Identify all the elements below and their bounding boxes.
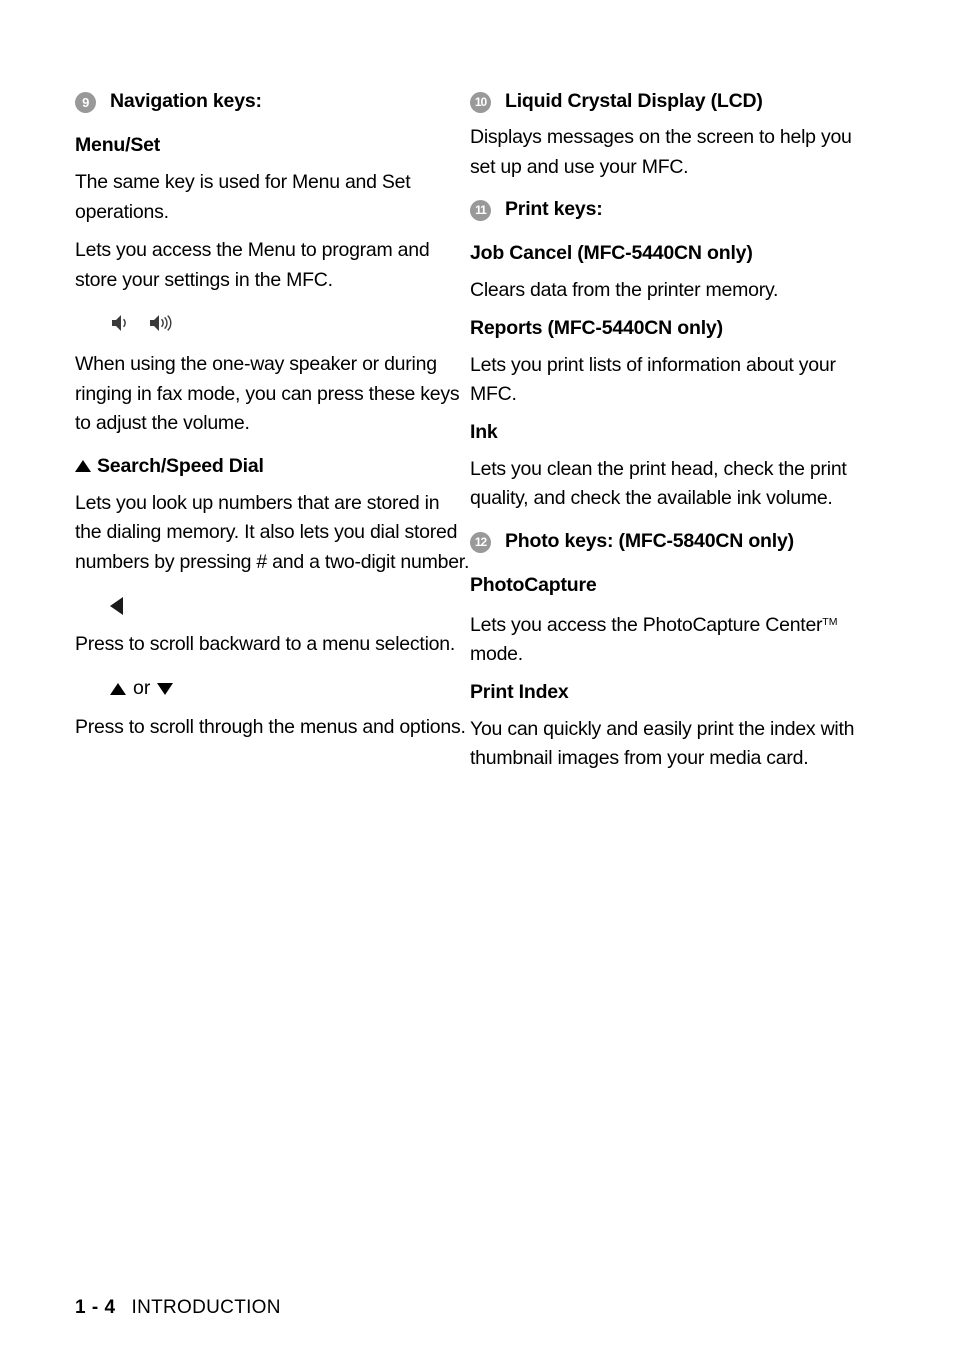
right-column: 10 Liquid Crystal Display (LCD) Displays… xyxy=(470,88,860,774)
footer-chapter-name: INTRODUCTION xyxy=(131,1297,281,1318)
section-10-lcd: 10 Liquid Crystal Display (LCD) xyxy=(470,88,860,114)
reports-paragraph: Lets you print lists of information abou… xyxy=(470,353,836,406)
speaker-low-icon xyxy=(110,313,134,338)
updown-label: or xyxy=(133,677,151,699)
speaker-high-icon xyxy=(148,313,178,338)
search-speed-dial-heading: Search/Speed Dial xyxy=(97,454,264,477)
volume-icons-row xyxy=(110,309,470,341)
badge-number-12: 12 xyxy=(470,531,491,553)
menu-set-paragraph-1: The same key is used for Menu and Set op… xyxy=(75,171,411,223)
arrow-up-icon xyxy=(75,460,91,472)
section-12-title: Photo keys: (MFC-5840CN only) xyxy=(505,529,794,552)
badge-number-10: 10 xyxy=(470,92,491,113)
section-12-photo-keys: 12 Photo keys: (MFC-5840CN only) xyxy=(470,528,860,554)
search-speed-dial-paragraph: Lets you look up numbers that are stored… xyxy=(75,491,470,573)
arrow-down-icon xyxy=(157,682,174,695)
print-index-heading: Print Index xyxy=(470,680,569,703)
photocapture-text-after: mode. xyxy=(470,643,523,665)
two-column-body: 9 Navigation keys: Menu/Set The same key… xyxy=(0,88,954,774)
arrow-up-icon xyxy=(110,682,126,695)
arrow-left-paragraph: Press to scroll backward to a menu selec… xyxy=(75,633,456,655)
job-cancel-heading: Job Cancel (MFC-5440CN only) xyxy=(470,242,753,264)
footer-page-number: 1 - 4 xyxy=(75,1297,116,1318)
badge-number-9: 9 xyxy=(75,92,96,113)
menu-set-heading: Menu/Set xyxy=(75,134,161,156)
reports-heading: Reports (MFC-5440CN only) xyxy=(470,316,723,339)
arrow-up-down-paragraph: Press to scroll through the menus and op… xyxy=(75,715,466,738)
section-11-print-keys: 11 Print keys: xyxy=(470,196,860,222)
left-column: 9 Navigation keys: Menu/Set The same key… xyxy=(75,88,470,742)
section-10-title: Liquid Crystal Display (LCD) xyxy=(505,90,763,112)
arrow-up-down-row: or xyxy=(110,674,470,704)
photocapture-text-before: Lets you access the PhotoCapture Center xyxy=(470,613,823,636)
job-cancel-paragraph: Clears data from the printer memory. xyxy=(470,279,779,301)
print-index-paragraph: You can quickly and easily print the ind… xyxy=(470,717,855,770)
photocapture-heading: PhotoCapture xyxy=(470,573,597,596)
ink-heading: Ink xyxy=(470,420,498,443)
arrow-left-row xyxy=(110,591,470,621)
photocapture-paragraph: Lets you access the PhotoCapture CenterT… xyxy=(470,608,860,670)
manual-page: 9 Navigation keys: Menu/Set The same key… xyxy=(0,0,954,1352)
menu-set-paragraph-2: Lets you access the Menu to program and … xyxy=(75,239,430,291)
lcd-paragraph: Displays messages on the screen to help … xyxy=(470,126,852,178)
page-footer: 1 - 4 INTRODUCTION xyxy=(75,1297,281,1319)
trademark-symbol: TM xyxy=(822,615,838,628)
section-11-title: Print keys: xyxy=(505,198,603,220)
section-9-navigation-keys: 9 Navigation keys: xyxy=(75,88,470,114)
search-speed-dial-heading-row: Search/Speed Dial xyxy=(75,453,470,480)
ink-paragraph: Lets you clean the print head, check the… xyxy=(470,457,847,510)
volume-paragraph: When using the one-way speaker or during… xyxy=(75,353,460,434)
arrow-left-icon xyxy=(110,597,123,615)
section-9-title: Navigation keys: xyxy=(110,90,262,112)
badge-number-11: 11 xyxy=(470,200,491,221)
